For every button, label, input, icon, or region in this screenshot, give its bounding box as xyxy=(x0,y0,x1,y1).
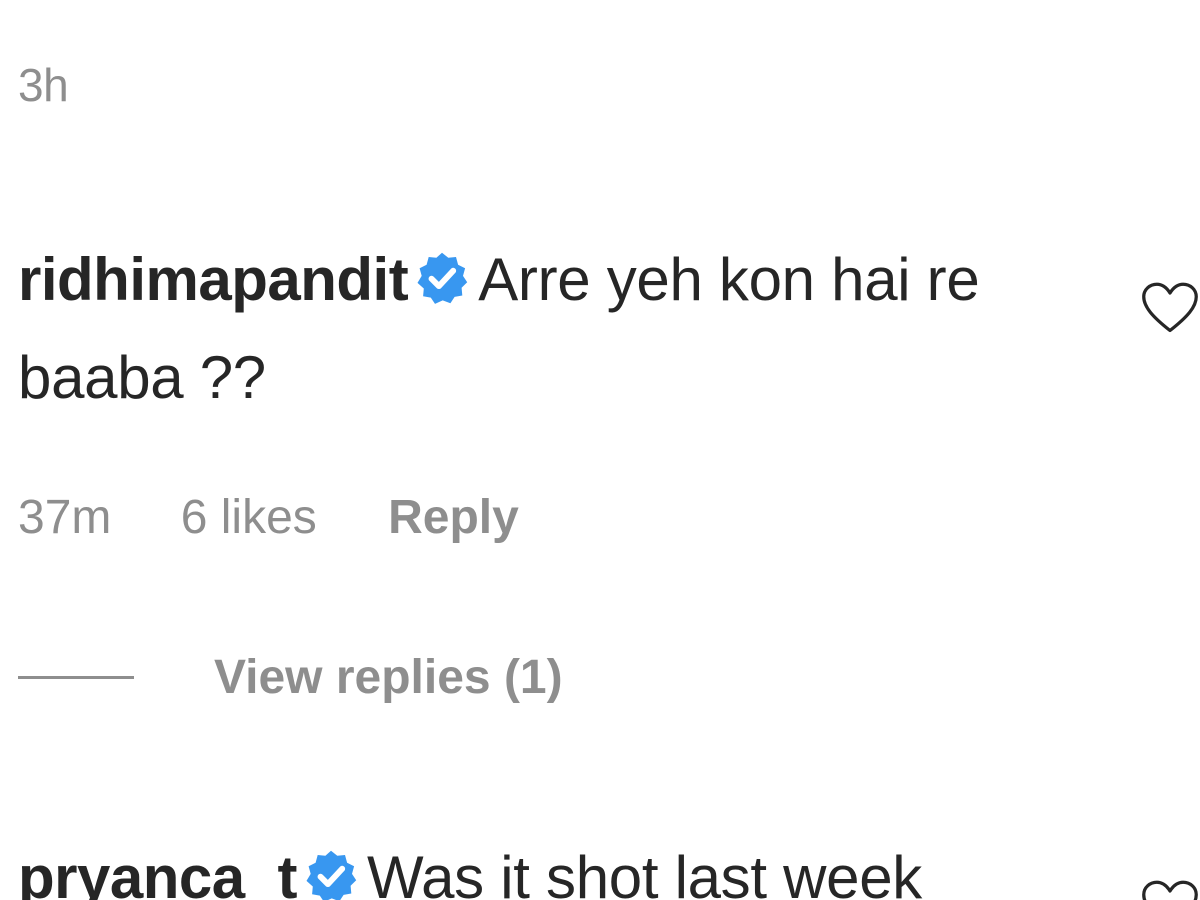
replies-divider-line xyxy=(18,676,134,679)
heart-outline-icon xyxy=(1140,282,1200,340)
view-replies-button[interactable]: View replies (1) xyxy=(214,651,563,704)
comment-item: pryanca_t Was it shot last week xyxy=(18,832,1108,900)
comment-username[interactable]: ridhimapandit xyxy=(18,246,409,313)
verified-badge-icon xyxy=(414,240,470,332)
comment-username[interactable]: pryanca_t xyxy=(18,844,297,900)
view-replies-row[interactable]: View replies (1) xyxy=(18,650,563,705)
post-timestamp: 3h xyxy=(18,59,69,111)
like-comment-button[interactable] xyxy=(1140,878,1200,900)
reply-button[interactable]: Reply xyxy=(388,490,519,545)
comment-time: 37m xyxy=(18,491,112,544)
comment-item: ridhimapandit Arre yeh kon hai re baaba ?… xyxy=(18,234,1108,424)
comment-likes-count[interactable]: 6 likes xyxy=(181,490,317,545)
verified-badge-icon xyxy=(303,838,359,900)
comment-meta-row: 37m 6 likes Reply xyxy=(18,490,519,545)
comment-text: Was it shot last week xyxy=(366,844,922,900)
like-comment-button[interactable] xyxy=(1140,280,1200,341)
